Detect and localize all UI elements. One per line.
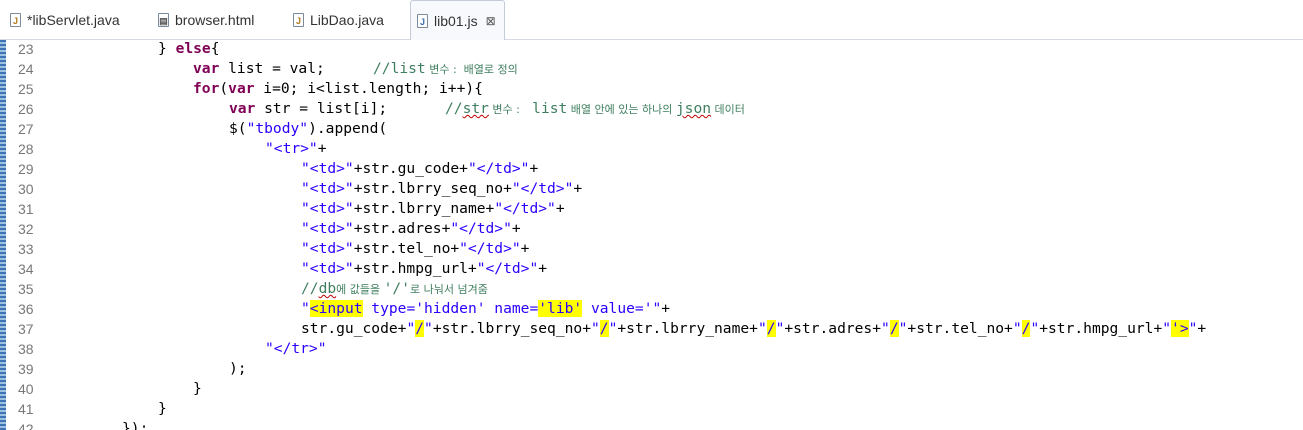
- code-line: 31 "<td>"+str.lbrry_name+"</td>"+: [0, 199, 1303, 219]
- tab-label: LibDao.java: [310, 11, 384, 28]
- tab-lib01-js[interactable]: J lib01.js ⊠: [410, 0, 505, 40]
- line-number: 30: [18, 181, 34, 197]
- code-text: }: [193, 380, 202, 397]
- line-number: 41: [18, 401, 34, 417]
- code-line: 30 "<td>"+str.lbrry_seq_no+"</td>"+: [0, 179, 1303, 199]
- code-line: 38 "</tr>": [0, 339, 1303, 359]
- tab-label: browser.html: [175, 11, 255, 28]
- code-text: str.gu_code+"/"+str.lbrry_seq_no+"/"+str…: [301, 320, 1207, 337]
- line-number: 38: [18, 341, 34, 357]
- code-line: 25 for(var i=0; i<list.length; i++){: [0, 79, 1303, 99]
- line-number: 24: [18, 61, 34, 77]
- code-line: 24 var list = val; //list 변수 : 배열로 정의: [0, 59, 1303, 79]
- line-number: 34: [18, 261, 34, 277]
- code-text: var str = list[i];: [229, 100, 388, 117]
- code-editor[interactable]: 23 } else{ 24 var list = val; //list 변수 …: [0, 40, 1303, 430]
- code-line: 35 //db에 값들을 '/'로 나눠서 넘겨줌: [0, 279, 1303, 299]
- code-text: "<td>"+str.lbrry_seq_no+"</td>"+: [301, 180, 583, 197]
- line-number: 28: [18, 141, 34, 157]
- code-text: "</tr>": [265, 340, 327, 357]
- line-number: 29: [18, 161, 34, 177]
- code-comment: //list 변수 : 배열로 정의: [373, 60, 518, 77]
- code-comment: //db에 값들을 '/'로 나눠서 넘겨줌: [301, 280, 488, 297]
- line-number: 42: [18, 421, 34, 430]
- code-text: "<td>"+str.lbrry_name+"</td>"+: [301, 200, 565, 217]
- code-line: 41 }: [0, 399, 1303, 419]
- code-text: "<td>"+str.gu_code+"</td>"+: [301, 160, 539, 177]
- code-text: "<td>"+str.tel_no+"</td>"+: [301, 240, 530, 257]
- code-line: 37 str.gu_code+"/"+str.lbrry_seq_no+"/"+…: [0, 319, 1303, 339]
- code-comment: //str 변수 : list 배열 안에 있는 하나의 json 데이터: [445, 100, 745, 117]
- code-line: 27 $("tbody").append(: [0, 119, 1303, 139]
- line-number: 27: [18, 121, 34, 137]
- code-line: 33 "<td>"+str.tel_no+"</td>"+: [0, 239, 1303, 259]
- code-line: 42 });: [0, 419, 1303, 430]
- code-line: 28 "<tr>"+: [0, 139, 1303, 159]
- line-number: 31: [18, 201, 34, 217]
- code-line: 40 }: [0, 379, 1303, 399]
- line-number: 37: [18, 321, 34, 337]
- java-file-icon: J: [293, 12, 304, 27]
- line-number: 40: [18, 381, 34, 397]
- code-text: "<td>"+str.hmpg_url+"</td>"+: [301, 260, 548, 277]
- line-number: 33: [18, 241, 34, 257]
- line-number: 39: [18, 361, 34, 377]
- tab-browser-html[interactable]: ▤ browser.html: [158, 0, 254, 39]
- java-file-icon: J: [10, 12, 21, 27]
- code-text: var list = val;: [193, 60, 325, 77]
- editor-tab-bar: J *libServlet.java ▤ browser.html J LibD…: [0, 0, 1303, 40]
- code-text: $("tbody").append(: [229, 120, 388, 137]
- html-file-icon: ▤: [158, 12, 169, 27]
- line-number: 32: [18, 221, 34, 237]
- line-number: 23: [18, 41, 34, 57]
- code-text: } else{: [158, 40, 220, 57]
- js-file-icon: J: [417, 13, 428, 28]
- tab-label: lib01.js: [434, 12, 478, 29]
- code-line: 26 var str = list[i]; //str 변수 : list 배열…: [0, 99, 1303, 119]
- tab-libdao-java[interactable]: J LibDao.java: [293, 0, 384, 39]
- close-icon[interactable]: ⊠: [486, 14, 496, 28]
- line-number: 35: [18, 281, 34, 297]
- code-text: "<input type='hidden' name='lib' value='…: [301, 300, 671, 317]
- code-text: }: [158, 400, 167, 417]
- code-line: 29 "<td>"+str.gu_code+"</td>"+: [0, 159, 1303, 179]
- code-text: });: [122, 420, 149, 430]
- code-line: 32 "<td>"+str.adres+"</td>"+: [0, 219, 1303, 239]
- code-text: "<tr>"+: [265, 140, 327, 157]
- line-number: 26: [18, 101, 34, 117]
- code-text: "<td>"+str.adres+"</td>"+: [301, 220, 521, 237]
- tab-libservlet-java[interactable]: J *libServlet.java: [10, 0, 120, 39]
- code-line: 34 "<td>"+str.hmpg_url+"</td>"+: [0, 259, 1303, 279]
- tab-label: *libServlet.java: [27, 11, 120, 28]
- code-text: for(var i=0; i<list.length; i++){: [193, 80, 483, 97]
- code-line: 23 } else{: [0, 40, 1303, 59]
- line-number: 36: [18, 301, 34, 317]
- line-number: 25: [18, 81, 34, 97]
- code-line: 36 "<input type='hidden' name='lib' valu…: [0, 299, 1303, 319]
- code-text: );: [229, 360, 247, 377]
- code-line: 39 );: [0, 359, 1303, 379]
